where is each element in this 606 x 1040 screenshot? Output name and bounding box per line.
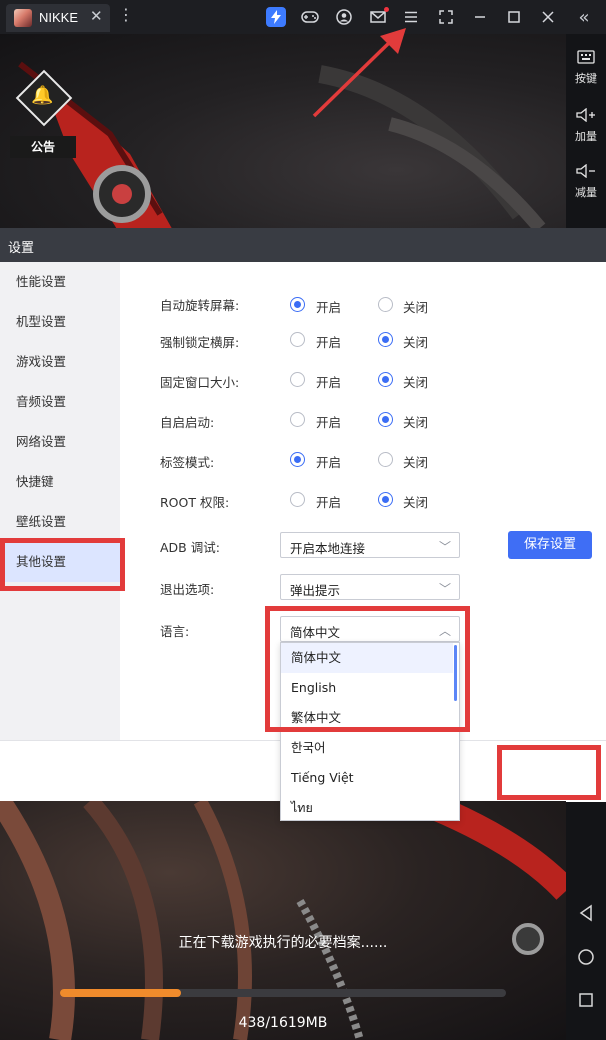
keyboard-icon	[566, 48, 606, 70]
keymap-label: 按键	[575, 72, 597, 85]
language-option[interactable]: Tiếng Việt	[281, 763, 453, 793]
dialog-title: 设置	[8, 241, 35, 256]
autostart-on-label: 开启	[316, 415, 342, 430]
language-option[interactable]: ไทย	[281, 793, 453, 823]
tab-mode-on-label: 开启	[316, 455, 342, 470]
game-artwork	[18, 61, 546, 228]
tab-mode-label: 标签模式:	[160, 455, 215, 470]
more-options-icon[interactable]: ⋮	[118, 7, 134, 23]
force-landscape-on-radio[interactable]	[290, 332, 305, 347]
volume-down-label: 减量	[575, 186, 597, 199]
autostart-off-radio[interactable]	[378, 412, 393, 427]
settings-nav: 性能设置 机型设置 游戏设置 音频设置 网络设置 快捷键 壁纸设置 其他设置	[0, 262, 120, 740]
app-tab[interactable]: NIKKE ✕	[6, 4, 110, 32]
highlight-box-save	[497, 745, 601, 800]
fixed-window-on-label: 开启	[316, 375, 342, 390]
autostart-off-label: 关闭	[403, 415, 429, 430]
tab-mode-on-radio[interactable]	[290, 452, 305, 467]
autostart-on-radio[interactable]	[290, 412, 305, 427]
nav-device-model[interactable]: 机型设置	[0, 302, 120, 342]
root-on-radio[interactable]	[290, 492, 305, 507]
save-settings-button[interactable]: 保存设置	[508, 531, 592, 559]
close-icon[interactable]	[538, 7, 558, 27]
exit-option-value: 弹出提示	[290, 583, 341, 598]
download-progress-bar	[60, 989, 506, 997]
back-icon[interactable]	[566, 904, 606, 927]
volume-up-label: 加量	[575, 130, 597, 143]
root-off-radio[interactable]	[378, 492, 393, 507]
root-label: ROOT 权限:	[160, 495, 230, 510]
adb-label: ADB 调试:	[160, 540, 220, 555]
force-landscape-off-label: 关闭	[403, 335, 429, 350]
tab-mode-off-label: 关闭	[403, 455, 429, 470]
bell-icon: 🔔	[31, 85, 54, 106]
highlight-box-language	[265, 606, 470, 732]
autostart-label: 自启启动:	[160, 415, 215, 430]
collapse-sidebar-icon[interactable]: «	[574, 7, 594, 28]
root-off-label: 关闭	[403, 495, 429, 510]
nav-audio[interactable]: 音频设置	[0, 382, 120, 422]
auto-rotate-on-label: 开启	[316, 300, 342, 315]
notice-label: 公告	[10, 136, 76, 158]
keymap-button[interactable]: 按键	[566, 48, 606, 86]
fixed-window-off-label: 关闭	[403, 375, 429, 390]
minimize-icon[interactable]	[470, 7, 490, 27]
volume-up-icon	[566, 106, 606, 128]
chevron-down-icon: ﹀	[438, 582, 451, 596]
home-icon[interactable]	[566, 948, 606, 971]
language-option[interactable]: 한국어	[281, 733, 453, 763]
download-progress-text: 438/1619MB	[238, 1015, 328, 1031]
volume-up-button[interactable]: 加量	[566, 106, 606, 144]
adb-select[interactable]: 开启本地连接 ﹀	[280, 532, 460, 558]
force-landscape-label: 强制锁定横屏:	[160, 335, 240, 350]
fixed-window-label: 固定窗口大小:	[160, 375, 240, 390]
game-artwork-lower	[0, 801, 566, 1040]
root-on-label: 开启	[316, 495, 342, 510]
highlight-box-other-settings	[0, 538, 125, 591]
auto-rotate-on-radio[interactable]	[290, 297, 305, 312]
nav-game[interactable]: 游戏设置	[0, 342, 120, 382]
language-label: 语言:	[160, 624, 190, 639]
exit-option-label: 退出选项:	[160, 582, 215, 597]
nav-wallpaper[interactable]: 壁纸设置	[0, 502, 120, 542]
dialog-header: 设置	[0, 228, 606, 262]
nav-shortcuts[interactable]: 快捷键	[0, 462, 120, 502]
pointer-arrow	[312, 28, 406, 118]
auto-rotate-off-radio[interactable]	[378, 297, 393, 312]
recent-apps-icon[interactable]	[566, 992, 606, 1013]
volume-down-button[interactable]: 减量	[566, 162, 606, 200]
game-viewport[interactable]: 🔔 公告	[0, 34, 566, 228]
tab-title: NIKKE	[39, 10, 79, 25]
tab-mode-off-radio[interactable]	[378, 452, 393, 467]
notification-dot	[384, 7, 389, 12]
auto-rotate-off-label: 关闭	[403, 300, 429, 315]
force-landscape-off-radio[interactable]	[378, 332, 393, 347]
chevron-down-icon: ﹀	[438, 540, 451, 554]
maximize-icon[interactable]	[504, 7, 524, 27]
volume-down-icon	[566, 162, 606, 184]
force-landscape-on-label: 开启	[316, 335, 342, 350]
nav-performance[interactable]: 性能设置	[0, 262, 120, 302]
bolt-icon[interactable]	[266, 7, 286, 27]
tab-close-icon[interactable]: ✕	[90, 7, 103, 25]
game-viewport-lower[interactable]	[0, 801, 566, 1040]
nav-network[interactable]: 网络设置	[0, 422, 120, 462]
auto-rotate-label: 自动旋转屏幕:	[160, 298, 240, 313]
download-progress-fill	[60, 989, 181, 997]
exit-option-select[interactable]: 弹出提示 ﹀	[280, 574, 460, 600]
download-status-text: 正在下载游戏执行的必要档案......	[178, 935, 388, 951]
fixed-window-on-radio[interactable]	[290, 372, 305, 387]
adb-select-value: 开启本地连接	[290, 541, 366, 556]
game-avatar-icon	[14, 9, 32, 27]
notice-button[interactable]: 🔔 公告	[10, 69, 76, 158]
screenshot-icon[interactable]	[436, 7, 456, 27]
fixed-window-off-radio[interactable]	[378, 372, 393, 387]
